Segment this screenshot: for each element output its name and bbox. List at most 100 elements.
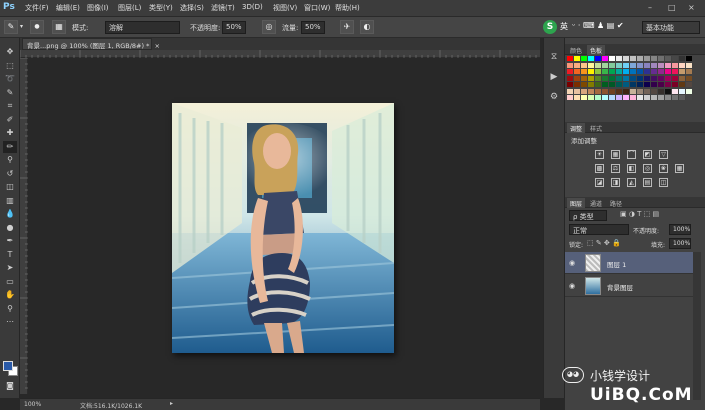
color-swatch[interactable] (644, 56, 650, 61)
maximize-button[interactable]: □ (668, 3, 676, 12)
color-swatch[interactable] (665, 56, 671, 61)
color-swatch[interactable] (574, 69, 580, 74)
brush-panel-icon[interactable]: ▦ (52, 20, 66, 34)
color-swatch[interactable] (616, 75, 622, 81)
color-swatch[interactable] (630, 69, 636, 74)
color-swatch[interactable] (637, 88, 643, 94)
color-swatch[interactable] (588, 95, 594, 100)
ime-logo-icon[interactable]: S (543, 20, 557, 34)
blend-mode-select[interactable]: 溶解 (105, 21, 180, 34)
tab-styles[interactable]: 样式 (587, 123, 605, 133)
color-swatch[interactable] (623, 95, 629, 100)
color-swatch[interactable] (623, 69, 629, 74)
color-swatch[interactable] (637, 56, 643, 61)
color-swatch[interactable] (679, 75, 685, 81)
close-tab-icon[interactable]: × (154, 42, 159, 50)
color-swatch[interactable] (637, 69, 643, 74)
opacity-input[interactable]: 50% (222, 21, 246, 34)
tab-color[interactable]: 颜色 (567, 45, 585, 55)
color-swatch[interactable] (595, 95, 601, 100)
move-tool-icon[interactable]: ✥ (3, 46, 17, 58)
color-lookup-icon[interactable]: ▦ (675, 164, 684, 173)
color-swatch[interactable] (665, 88, 671, 94)
menu-item[interactable]: 选择(S) (180, 3, 204, 13)
color-swatch[interactable] (637, 62, 643, 68)
color-swatch[interactable] (609, 69, 615, 74)
color-swatch[interactable] (658, 75, 664, 81)
color-swatch[interactable] (602, 56, 608, 61)
brush-tool-preset-icon[interactable]: ✎ (4, 20, 18, 34)
color-swatch[interactable] (616, 88, 622, 94)
color-swatch[interactable] (686, 69, 692, 74)
threshold-icon[interactable]: ◭ (627, 178, 636, 187)
photo-filter-icon[interactable]: ◎ (643, 164, 652, 173)
color-swatch[interactable] (686, 82, 692, 87)
vibrance-icon[interactable]: ▽ (659, 150, 668, 159)
shape-tool-icon[interactable]: ▭ (3, 276, 17, 288)
zoom-tool-icon[interactable]: ⚲ (3, 303, 17, 315)
color-swatch[interactable] (623, 62, 629, 68)
color-swatch[interactable] (623, 56, 629, 61)
color-swatch[interactable] (567, 82, 573, 87)
color-swatch[interactable] (637, 95, 643, 100)
color-swatch[interactable] (567, 88, 573, 94)
color-swatch[interactable] (630, 62, 636, 68)
color-swatch[interactable] (686, 75, 692, 81)
color-swatch[interactable] (679, 95, 685, 100)
color-swatch[interactable] (686, 56, 692, 61)
color-swatch[interactable] (567, 56, 573, 61)
color-swatch[interactable] (623, 75, 629, 81)
menu-item[interactable]: 窗口(W) (304, 3, 330, 13)
color-swatch[interactable] (616, 56, 622, 61)
color-swatch[interactable] (567, 95, 573, 100)
type-tool-icon[interactable]: T (3, 249, 17, 261)
color-swatch[interactable] (679, 56, 685, 61)
color-swatch[interactable] (574, 82, 580, 87)
foreground-color-swatch[interactable] (3, 361, 13, 371)
color-swatch[interactable] (644, 69, 650, 74)
color-swatch[interactable] (609, 75, 615, 81)
color-swatch[interactable] (679, 62, 685, 68)
menu-item[interactable]: 帮助(H) (335, 3, 360, 13)
color-swatch[interactable] (686, 95, 692, 100)
color-swatch[interactable] (595, 69, 601, 74)
document-tab[interactable]: 背景...png @ 100% (图层 1, RGB/8#) * × (22, 38, 160, 50)
visibility-eye-icon[interactable]: ◉ (569, 259, 578, 267)
color-swatch[interactable] (574, 95, 580, 100)
tab-swatches[interactable]: 色板 (587, 45, 606, 55)
color-swatch[interactable] (644, 75, 650, 81)
color-swatch[interactable] (588, 69, 594, 74)
horizontal-ruler[interactable] (19, 50, 540, 58)
color-swatch[interactable] (609, 56, 615, 61)
color-swatch[interactable] (665, 62, 671, 68)
color-swatch[interactable] (567, 69, 573, 74)
marquee-tool-icon[interactable]: ⬚ (3, 60, 17, 72)
color-swatch[interactable] (623, 88, 629, 94)
menu-item[interactable]: 滤镜(T) (211, 3, 235, 13)
color-swatch[interactable] (602, 62, 608, 68)
close-button[interactable]: × (688, 3, 695, 12)
color-swatch[interactable] (595, 88, 601, 94)
exposure-icon[interactable]: ◩ (643, 150, 652, 159)
lock-icons[interactable]: ⬚ ✎ ✥ 🔒 (587, 239, 621, 247)
color-swatch[interactable] (651, 56, 657, 61)
tab-channels[interactable]: 通道 (587, 198, 605, 208)
layer-name[interactable]: 背景图层 (607, 282, 633, 292)
vertical-ruler[interactable] (20, 57, 28, 394)
lasso-tool-icon[interactable]: ➰ (3, 73, 17, 85)
color-swatch[interactable] (651, 88, 657, 94)
color-swatch[interactable] (574, 62, 580, 68)
color-swatch[interactable] (616, 95, 622, 100)
color-swatch[interactable] (630, 88, 636, 94)
menu-item[interactable]: 图像(I) (87, 3, 109, 13)
crop-tool-icon[interactable]: ⌗ (3, 100, 17, 112)
color-swatch[interactable] (581, 75, 587, 81)
channel-mixer-icon[interactable]: ❀ (659, 164, 668, 173)
color-swatch[interactable] (679, 69, 685, 74)
brightness-icon[interactable]: ☀ (595, 150, 604, 159)
layer-name[interactable]: 图层 1 (607, 259, 626, 269)
color-swatch[interactable] (588, 82, 594, 87)
color-swatch[interactable] (595, 82, 601, 87)
color-swatch[interactable] (686, 88, 692, 94)
layer-filter-icons[interactable]: ▣ ◑ T ⬚ ▤ (620, 210, 659, 218)
